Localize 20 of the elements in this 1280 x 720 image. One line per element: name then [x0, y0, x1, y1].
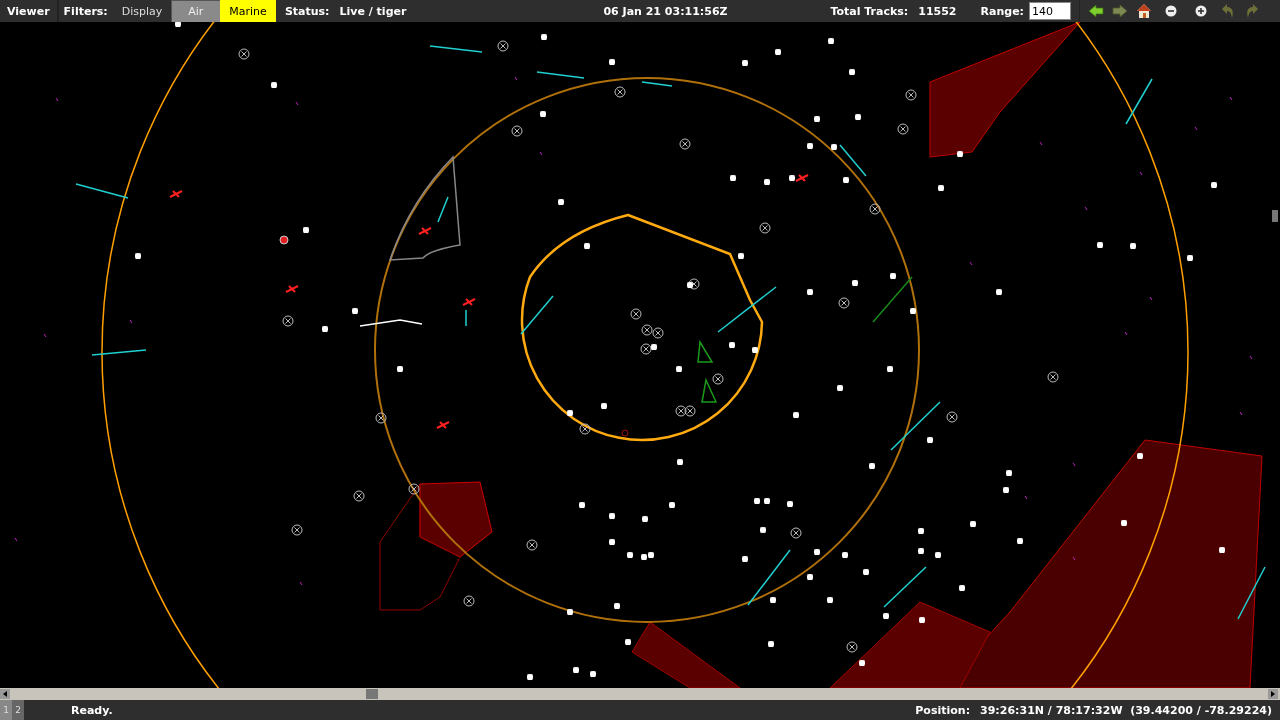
position-value: 39:26:31N / 78:17:32W (39.44200 / -78.29224) — [979, 702, 1273, 719]
filter-button[interactable]: Marine — [220, 0, 276, 22]
status-value: Live / tiger — [338, 3, 408, 20]
position-label: Position: — [914, 702, 972, 719]
total-tracks-label: Total Tracks: — [829, 3, 910, 20]
status-label: Status: — [283, 3, 331, 20]
filters-label: Filters: — [62, 3, 109, 20]
zoom-in-icon[interactable] — [1195, 5, 1207, 17]
horizontal-scrollbar[interactable] — [0, 688, 1280, 700]
range-input[interactable]: 140 — [1029, 2, 1071, 20]
clock-time: 06 Jan 21 03:11:56Z — [603, 3, 728, 20]
scrollbar-thumb[interactable] — [1272, 210, 1278, 222]
zoom-out-icon[interactable] — [1165, 5, 1177, 17]
range-label: Range: — [979, 3, 1025, 20]
status-message: Ready. — [70, 702, 113, 719]
scrollbar-thumb[interactable] — [366, 689, 378, 699]
page-tab[interactable]: 2 — [12, 700, 24, 720]
total-tracks-count: 11552 — [917, 3, 958, 20]
home-icon[interactable] — [1136, 3, 1152, 19]
left-arrow-icon[interactable] — [1088, 3, 1104, 19]
